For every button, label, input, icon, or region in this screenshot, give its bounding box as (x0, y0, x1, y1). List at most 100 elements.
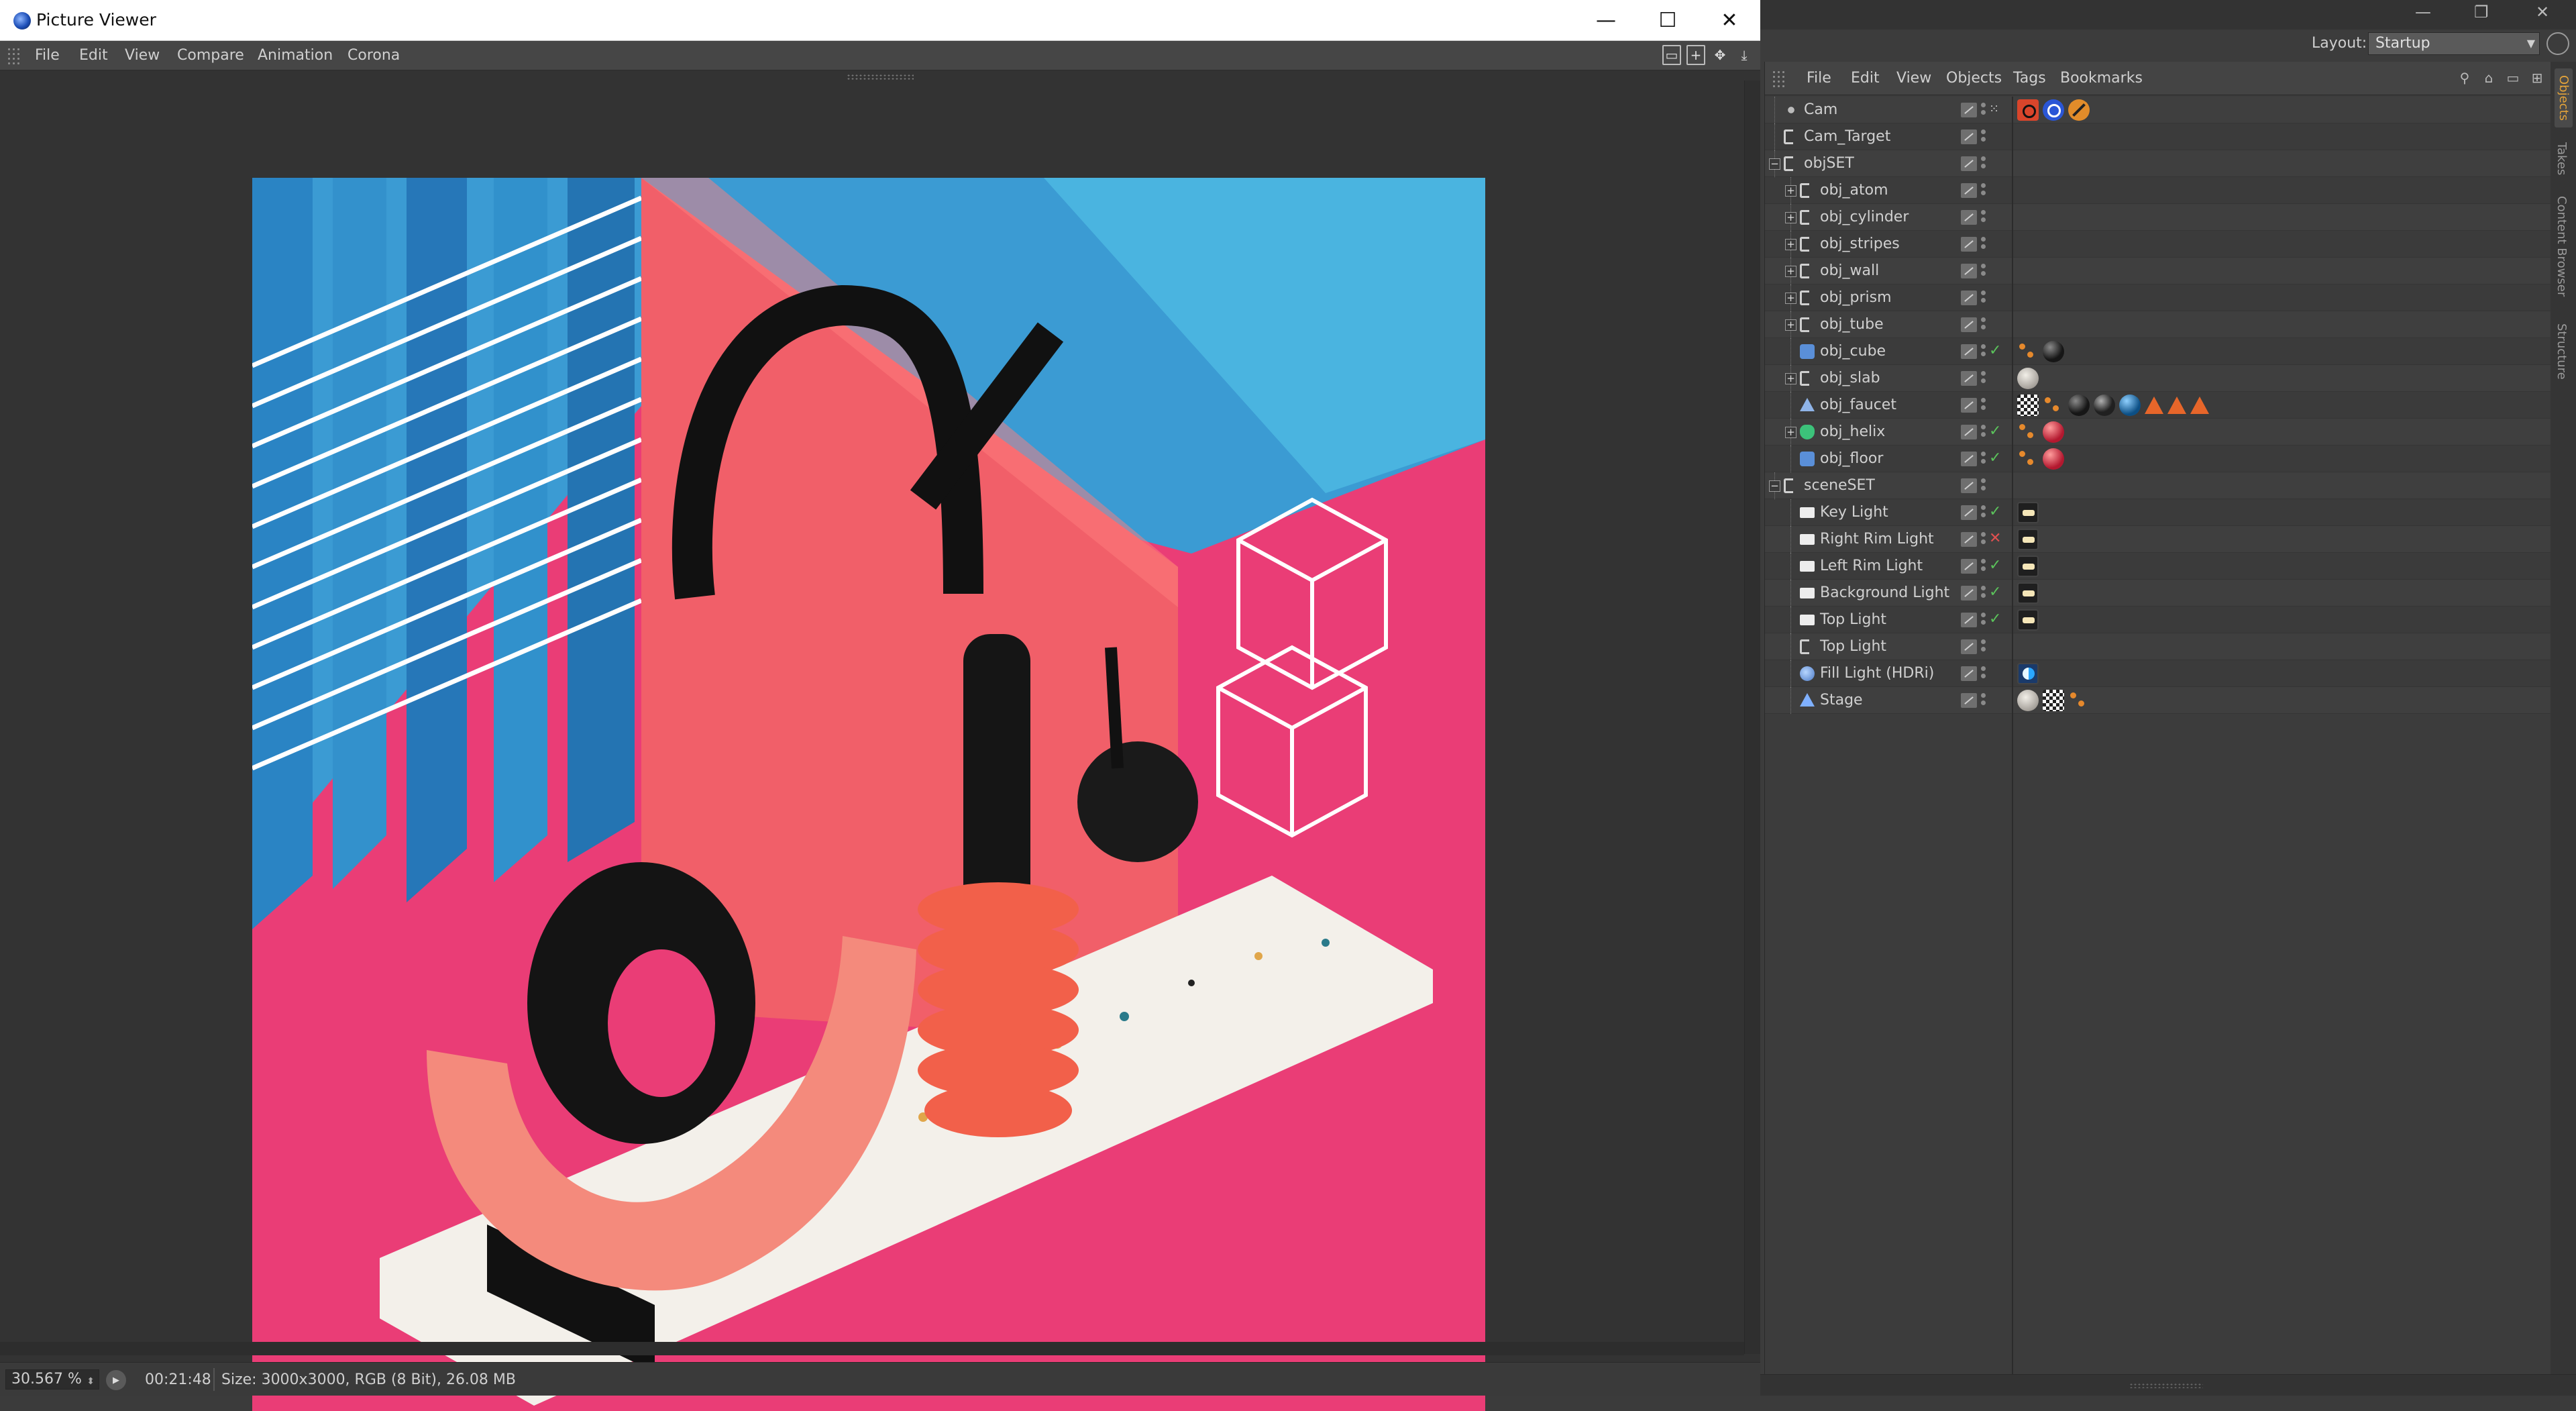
visibility-dots-icon[interactable] (1981, 452, 1986, 466)
expand-toggle-icon[interactable]: + (1785, 266, 1796, 277)
phong-tag-icon[interactable] (2043, 395, 2064, 416)
mat-terr-tag-icon[interactable] (2017, 690, 2039, 711)
tri-tag-icon[interactable] (2167, 397, 2186, 414)
mat-black-tag-icon[interactable] (2043, 341, 2064, 362)
expand-toggle-icon[interactable]: + (1785, 239, 1796, 250)
mat-blue-tag-icon[interactable] (2119, 395, 2141, 416)
layer-icon[interactable] (1961, 559, 1977, 574)
menubar-grip-icon[interactable] (7, 47, 21, 64)
layer-icon[interactable] (1961, 183, 1977, 198)
object-name[interactable]: Left Rim Light (1820, 558, 1923, 575)
tab-takes[interactable]: Takes (2555, 142, 2569, 175)
object-name[interactable]: Cam (1804, 101, 1837, 119)
checker-tag-icon[interactable] (2043, 690, 2064, 711)
visibility-dots-icon[interactable] (1981, 613, 1986, 627)
object-name[interactable]: obj_prism (1820, 289, 1892, 307)
object-row[interactable]: Key Light ✓ (1765, 499, 2551, 526)
enabled-check-icon[interactable]: ✓ (1989, 557, 2001, 574)
enabled-check-icon[interactable]: ✓ (1989, 611, 2001, 628)
tags-column-divider[interactable] (2012, 97, 2013, 1396)
main-restore-icon[interactable]: ❐ (2474, 3, 2489, 21)
home-icon[interactable]: ⌂ (2480, 68, 2498, 87)
single-view-icon[interactable]: ▭ (1662, 45, 1681, 65)
new-panel-icon[interactable]: ⊞ (2528, 68, 2546, 87)
expand-toggle-icon[interactable]: + (1785, 427, 1796, 438)
object-name[interactable]: obj_faucet (1820, 397, 1896, 414)
object-name[interactable]: Key Light (1820, 504, 1888, 521)
object-name[interactable]: obj_stripes (1820, 236, 1900, 253)
layer-icon[interactable] (1961, 425, 1977, 439)
collapse-toggle-icon[interactable]: − (1769, 158, 1780, 170)
layer-icon[interactable] (1961, 237, 1977, 252)
om-menu-tags[interactable]: Tags (2013, 69, 2046, 88)
object-row[interactable]: Top Light ✓ (1765, 607, 2551, 633)
object-name[interactable]: obj_atom (1820, 182, 1888, 199)
visibility-dots-icon[interactable] (1981, 559, 1986, 574)
object-name[interactable]: Cam_Target (1804, 128, 1890, 146)
object-row[interactable]: Fill Light (HDRi) (1765, 660, 2551, 687)
move-icon[interactable]: ✥ (1711, 45, 1729, 65)
menubar-grip-icon[interactable] (1772, 70, 1786, 87)
expand-toggle-icon[interactable]: + (1785, 212, 1796, 223)
object-row[interactable]: obj_floor ✓ (1765, 446, 2551, 472)
object-row[interactable]: + obj_prism (1765, 284, 2551, 311)
layer-icon[interactable] (1961, 505, 1977, 520)
phong-tag-icon[interactable] (2068, 690, 2090, 711)
object-name[interactable]: sceneSET (1804, 477, 1875, 494)
disabled-x-icon[interactable]: ✕ (1989, 530, 2001, 547)
visibility-dots-icon[interactable] (1981, 666, 1986, 681)
tab-content-browser[interactable]: Content Browser (2555, 196, 2569, 297)
object-row[interactable]: Stage (1765, 687, 2551, 714)
mat-terr-tag-icon[interactable] (2017, 368, 2039, 389)
main-minimize-icon[interactable]: — (2415, 3, 2431, 21)
object-name[interactable]: Top Light (1820, 638, 1886, 656)
enabled-check-icon[interactable]: ✓ (1989, 342, 2001, 360)
light-tag-icon[interactable] (2017, 609, 2039, 631)
light-tag-icon[interactable] (2017, 502, 2039, 523)
visibility-dots-icon[interactable] (1981, 398, 1986, 413)
collapse-toggle-icon[interactable]: − (1769, 480, 1780, 492)
enabled-check-icon[interactable]: ✓ (1989, 450, 2001, 467)
layer-icon[interactable] (1961, 613, 1977, 627)
menu-edit[interactable]: Edit (79, 46, 108, 65)
layer-icon[interactable] (1961, 639, 1977, 654)
collapse-icon[interactable]: ▭ (2504, 68, 2522, 87)
object-row[interactable]: + obj_stripes (1765, 231, 2551, 258)
picture-viewer-titlebar[interactable]: Picture Viewer — ☐ ✕ (0, 0, 1760, 41)
light-tag-icon[interactable] (2017, 582, 2039, 604)
visibility-dots-icon[interactable] (1981, 103, 1986, 117)
layer-icon[interactable] (1961, 693, 1977, 708)
layer-icon[interactable] (1961, 478, 1977, 493)
object-name[interactable]: obj_floor (1820, 450, 1883, 468)
visibility-dots-icon[interactable] (1981, 264, 1986, 278)
object-name[interactable]: Stage (1820, 692, 1863, 709)
add-view-icon[interactable]: + (1686, 45, 1705, 65)
layout-options-icon[interactable] (2546, 32, 2569, 55)
layer-icon[interactable] (1961, 398, 1977, 413)
enabled-check-icon[interactable]: ✓ (1989, 584, 2001, 601)
phong-tag-icon[interactable] (2017, 421, 2039, 443)
layer-icon[interactable] (1961, 452, 1977, 466)
visibility-dots-icon[interactable] (1981, 129, 1986, 144)
mat-dark-tag-icon[interactable] (2094, 395, 2115, 416)
object-row[interactable]: Top Light (1765, 633, 2551, 660)
object-name[interactable]: Background Light (1820, 584, 1949, 602)
layer-icon[interactable] (1961, 532, 1977, 547)
om-menu-objects[interactable]: Objects (1946, 69, 2002, 88)
close-button[interactable]: ✕ (1699, 0, 1760, 40)
object-row[interactable]: + obj_wall (1765, 258, 2551, 284)
object-row[interactable]: obj_faucet (1765, 392, 2551, 419)
object-name[interactable]: Fill Light (HDRi) (1820, 665, 1934, 682)
menu-file[interactable]: File (35, 46, 60, 65)
minimize-button[interactable]: — (1575, 0, 1637, 40)
visibility-dots-icon[interactable] (1981, 505, 1986, 520)
phong-tag-icon[interactable] (2017, 341, 2039, 362)
resize-grip[interactable] (2129, 1383, 2203, 1388)
layer-icon[interactable] (1961, 210, 1977, 225)
object-name[interactable]: obj_slab (1820, 370, 1880, 387)
object-row[interactable]: + obj_atom (1765, 177, 2551, 204)
object-row[interactable]: + obj_tube (1765, 311, 2551, 338)
nope-tag-icon[interactable] (2068, 99, 2090, 121)
object-name[interactable]: Right Rim Light (1820, 531, 1934, 548)
generator-icon[interactable]: ⁙ (1989, 101, 1999, 118)
